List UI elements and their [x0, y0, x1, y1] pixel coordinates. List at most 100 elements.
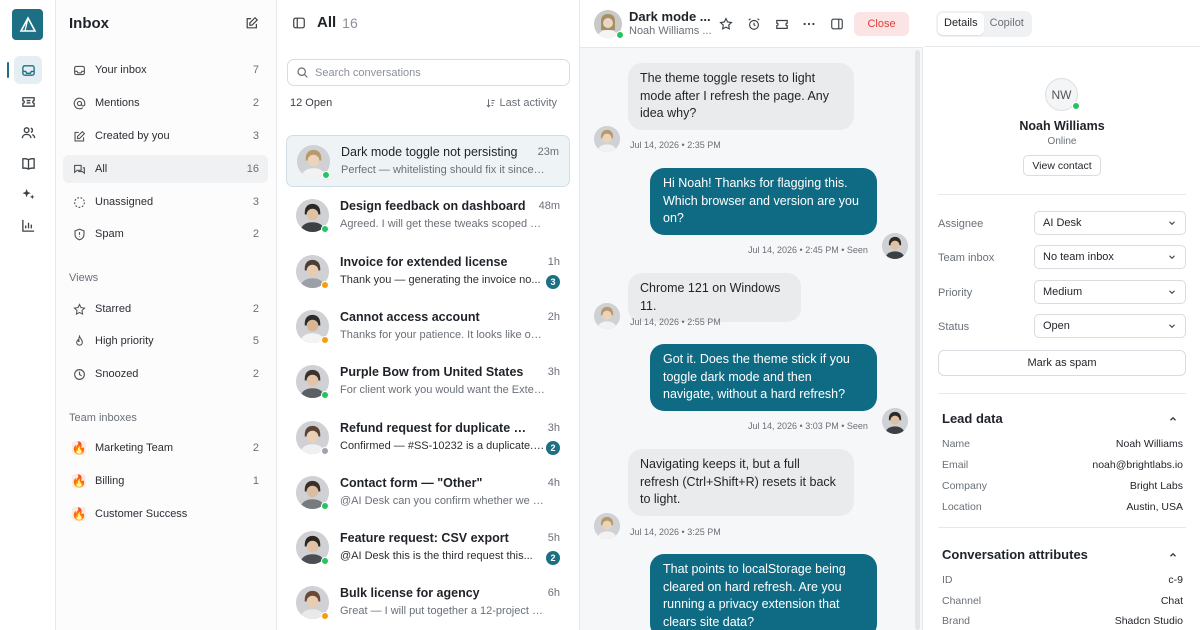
sidebar-title: Inbox — [69, 15, 109, 32]
lead-key: Company — [942, 480, 987, 492]
ticket-icon[interactable] — [14, 87, 42, 115]
nav-item-snoozed[interactable]: Snoozed 2 — [63, 360, 268, 388]
field-label: Team inbox — [938, 252, 995, 264]
conversation-title: Refund request for duplicate pur... — [340, 420, 530, 435]
chats-icon — [72, 162, 86, 176]
dashed-circle-icon — [72, 195, 86, 209]
contacts-icon[interactable] — [14, 118, 42, 146]
lead-value: noah@brightlabs.io — [1092, 459, 1183, 471]
conversation-title: Cannot access account — [340, 309, 480, 324]
attr-value: c-9 — [1168, 574, 1183, 586]
conversation-attributes-title: Conversation attributes — [942, 547, 1088, 562]
nav-item-all[interactable]: All 16 — [63, 155, 268, 183]
nav-item-created-by-you[interactable]: Created by you 3 — [63, 122, 268, 150]
conversation-item[interactable]: Feature request: CSV export 5h @AI Desk … — [286, 522, 570, 574]
field-label: Assignee — [938, 218, 984, 230]
conversation-time: 23m — [537, 146, 559, 158]
priority-select[interactable]: Medium — [1034, 280, 1186, 304]
conversation-item[interactable]: Cannot access account 2h Thanks for your… — [286, 301, 570, 353]
outgoing-message: Hi Noah! Thanks for flagging this. Which… — [650, 168, 877, 235]
lead-data-title: Lead data — [942, 411, 1003, 426]
conversation-item[interactable]: Dark mode toggle not persisting 23m Perf… — [286, 135, 570, 187]
conversation-item[interactable]: Bulk license for agency 6h Great — I wil… — [286, 577, 570, 629]
star-icon[interactable] — [717, 15, 735, 33]
chevron-up-icon[interactable] — [1168, 414, 1178, 424]
nav-item-count: 5 — [252, 335, 259, 347]
panel-toggle-icon[interactable] — [828, 15, 846, 33]
conversation-time: 48m — [538, 200, 560, 213]
conversation-item[interactable]: Purple Bow from United States 3h For cli… — [286, 356, 570, 408]
conversation-item[interactable]: Design feedback on dashboard 48m Agreed.… — [286, 190, 570, 242]
status-dot — [321, 335, 329, 344]
nav-item-marketing-team[interactable]: 🔥 Marketing Team 2 — [63, 434, 268, 462]
inbox-sidebar: Inbox Your inbox 7 Mentions 2 Created by… — [56, 0, 277, 630]
nav-item-label: High priority — [95, 335, 154, 347]
nav-item-billing[interactable]: 🔥 Billing 1 — [63, 467, 268, 495]
divider — [924, 46, 1200, 47]
avatar — [594, 303, 620, 329]
star-icon — [72, 302, 86, 316]
ai-sparkle-icon[interactable] — [14, 180, 42, 208]
attr-value: Chat — [1160, 595, 1183, 607]
nav-item-mentions[interactable]: Mentions 2 — [63, 89, 268, 117]
nav-item-starred[interactable]: Starred 2 — [63, 295, 268, 323]
knowledge-book-icon[interactable] — [14, 149, 42, 177]
team-inbox-select[interactable]: No team inbox — [1034, 245, 1186, 269]
more-options-icon[interactable] — [800, 15, 818, 33]
tab-copilot[interactable]: Copilot — [984, 13, 1030, 35]
nav-item-your-inbox[interactable]: Your inbox 7 — [63, 56, 268, 84]
divider — [938, 527, 1186, 528]
status-dot — [322, 171, 330, 179]
unread-badge: 2 — [546, 551, 560, 566]
active-indicator — [7, 62, 9, 78]
incoming-message: Navigating keeps it, but a full refresh … — [628, 449, 854, 516]
select-value: No team inbox — [1043, 251, 1114, 263]
status-select[interactable]: Open — [1034, 314, 1186, 338]
avatar — [594, 126, 620, 152]
select-value: Open — [1043, 320, 1070, 332]
list-header: All 16 — [292, 14, 358, 31]
ticket-icon[interactable] — [773, 15, 791, 33]
attr-key: ID — [942, 574, 953, 586]
attr-value: Shadcn Studio — [1114, 615, 1183, 627]
close-conversation-button[interactable]: Close — [854, 12, 909, 36]
tab-details[interactable]: Details — [938, 13, 984, 35]
nav-item-count: 2 — [252, 228, 259, 240]
details-panel: Details Copilot NW Noah Williams Online … — [924, 0, 1200, 630]
sort-button[interactable]: Last activity — [486, 97, 557, 109]
nav-item-high-priority[interactable]: High priority 5 — [63, 327, 268, 355]
nav-item-unassigned[interactable]: Unassigned 3 — [63, 188, 268, 216]
chevron-up-icon[interactable] — [1168, 550, 1178, 560]
nav-item-label: Starred — [95, 303, 132, 315]
search-input[interactable] — [315, 66, 555, 79]
assignee-select[interactable]: AI Desk — [1034, 211, 1186, 235]
conversation-preview: Confirmed — #SS-10232 is a duplicate. I.… — [340, 439, 546, 452]
fire-icon: 🔥 — [71, 474, 87, 488]
conversation-preview: Thank you — generating the invoice no... — [340, 273, 541, 286]
nav-item-spam[interactable]: Spam 2 — [63, 220, 268, 248]
app-logo-icon[interactable] — [12, 9, 43, 40]
conversation-item[interactable]: Refund request for duplicate pur... 3h C… — [286, 412, 570, 464]
attr-key: Channel — [942, 595, 982, 607]
incoming-message: The theme toggle resets to light mode af… — [628, 63, 854, 130]
compose-icon[interactable] — [245, 16, 259, 30]
conversation-preview: Thanks for your patience. It looks like … — [340, 328, 546, 341]
conversation-item[interactable]: Contact form — "Other" 4h @AI Desk can y… — [286, 467, 570, 519]
nav-item-label: Your inbox — [95, 64, 147, 76]
avatar — [594, 513, 620, 539]
incoming-message: Chrome 121 on Windows 11. — [628, 273, 801, 322]
nav-item-count: 2 — [252, 303, 259, 315]
sidebar-toggle-icon[interactable] — [292, 16, 306, 30]
alarm-clock-icon[interactable] — [745, 15, 763, 33]
list-title: All — [317, 14, 337, 31]
view-contact-button[interactable]: View contact — [1023, 155, 1101, 176]
message-timestamp: Jul 14, 2026 • 2:55 PM — [630, 317, 721, 327]
chat-panel: Dark mode ... Noah Williams ... Close Th… — [580, 0, 923, 630]
inbox-icon[interactable] — [14, 56, 42, 84]
mark-as-spam-button[interactable]: Mark as spam — [938, 350, 1186, 376]
chat-scrollbar[interactable] — [915, 50, 920, 630]
reports-chart-icon[interactable] — [14, 211, 42, 239]
nav-item-customer-success[interactable]: 🔥 Customer Success — [63, 500, 268, 528]
conversation-item[interactable]: Invoice for extended license 1h Thank yo… — [286, 246, 570, 298]
conversation-time: 1h — [547, 255, 560, 268]
